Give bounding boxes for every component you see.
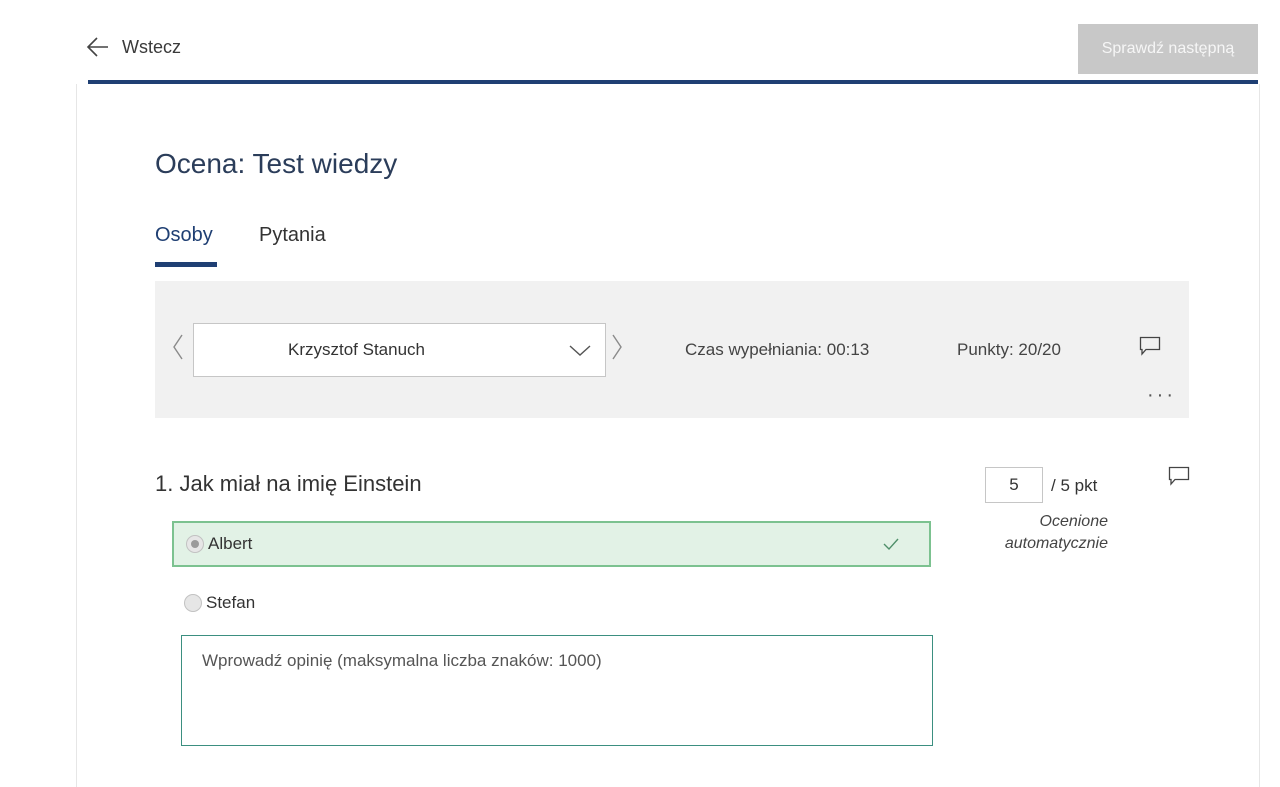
previous-respondent-button[interactable]	[172, 334, 184, 365]
tab-questions[interactable]: Pytania	[259, 224, 326, 247]
arrow-left-icon	[86, 36, 110, 58]
active-tab-indicator	[155, 262, 217, 267]
feedback-textarea[interactable]	[181, 635, 933, 746]
fill-time: Czas wypełniania: 00:13	[685, 340, 870, 359]
option-label: Stefan	[206, 593, 256, 612]
grading-note: Ocenione automatycznie	[1004, 513, 1108, 552]
question-comment-icon[interactable]	[1168, 466, 1190, 491]
comment-icon[interactable]	[1139, 336, 1161, 361]
check-icon	[883, 537, 899, 555]
back-label: Wstecz	[122, 36, 182, 57]
score-max: / 5 pkt	[1051, 476, 1098, 495]
radio-selected[interactable]	[186, 535, 204, 553]
review-next-button[interactable]: Sprawdź następną	[1078, 24, 1258, 74]
radio-dot	[191, 540, 199, 548]
top-bar: Wstecz Sprawdź następną	[76, 20, 1258, 80]
next-respondent-button[interactable]	[611, 334, 623, 365]
answer-option[interactable]: Stefan	[172, 580, 931, 626]
total-points: Punkty: 20/20	[957, 340, 1061, 359]
more-horizontal-icon[interactable]: ···	[1147, 384, 1176, 407]
page-title: Ocena: Test wiedzy	[155, 148, 398, 179]
option-label: Albert	[208, 534, 253, 553]
question-title: 1. Jak miał na imię Einstein	[155, 471, 422, 496]
chevron-down-icon	[569, 344, 591, 362]
respondent-dropdown[interactable]: Krzysztof Stanuch	[193, 323, 606, 377]
radio-unselected[interactable]	[184, 594, 202, 612]
chevron-right-icon	[611, 334, 623, 364]
back-button[interactable]: Wstecz	[86, 34, 181, 60]
chevron-left-icon	[172, 334, 184, 364]
score-input[interactable]	[985, 467, 1043, 503]
respondent-name: Krzysztof Stanuch	[288, 340, 426, 359]
answer-option-correct[interactable]: Albert	[172, 521, 931, 567]
tab-people[interactable]: Osoby	[155, 224, 213, 247]
